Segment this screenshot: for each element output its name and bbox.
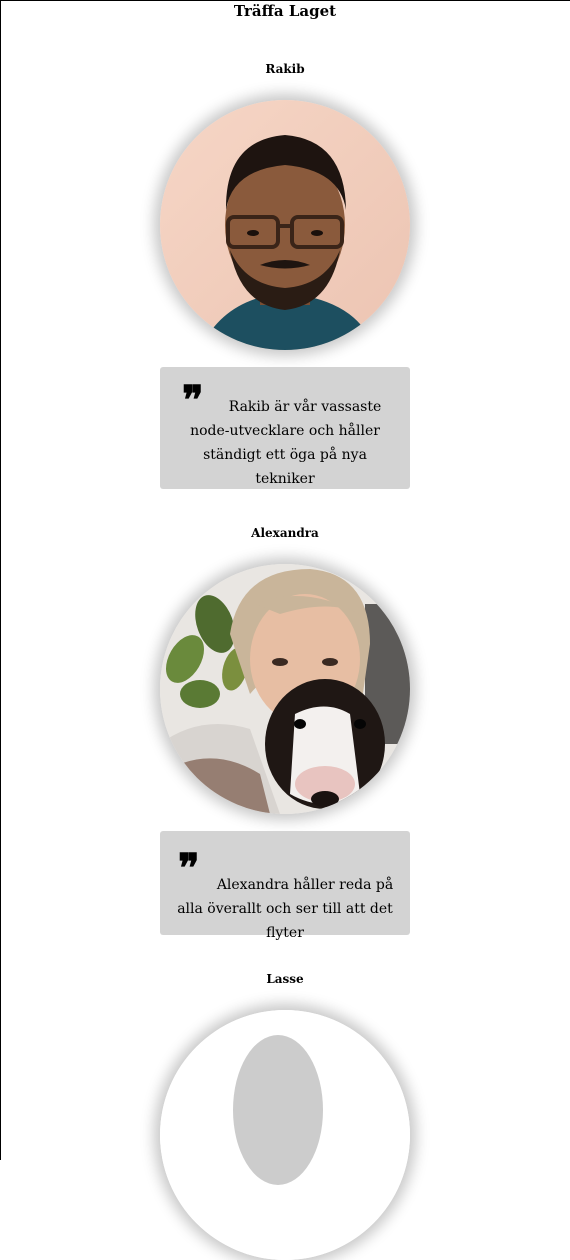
member-quote: Alexandra håller reda på alla överallt o… [177,877,394,941]
member-quote-box: ❞ Rakib är vår vassaste node-utvecklare … [160,367,410,489]
member-photo [160,564,410,814]
member-photo-placeholder [160,1010,410,1260]
placeholder-head-icon [233,1035,323,1185]
member-quote-box: ❞ Alexandra håller reda på alla överallt… [160,831,410,941]
page-title: Träffa Laget [233,2,337,20]
member-photo [160,100,410,350]
member-quote: Rakib är vår vassaste node-utvecklare oc… [190,399,382,487]
member-name: Lasse [266,972,304,986]
member-name: Alexandra [251,526,319,540]
member-name: Rakib [265,62,305,76]
